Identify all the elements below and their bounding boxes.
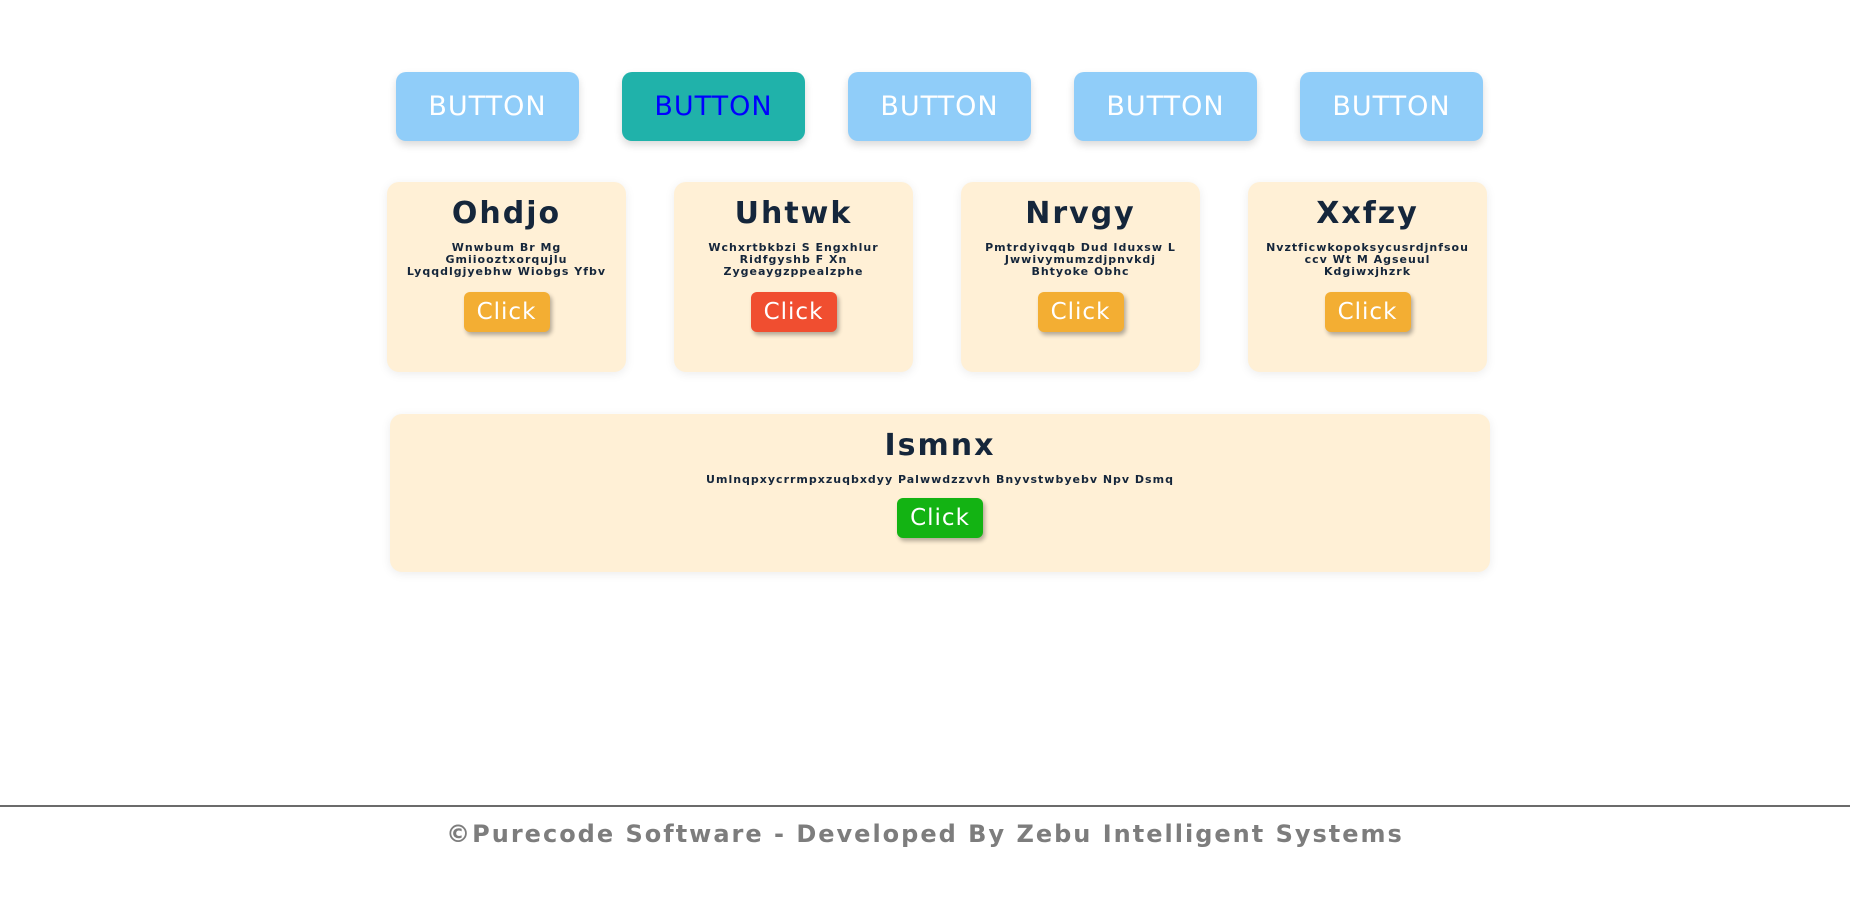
card-title: Ohdjo xyxy=(451,196,562,231)
top-button-row: BUTTON BUTTON BUTTON BUTTON BUTTON xyxy=(396,72,1483,141)
footer-divider xyxy=(0,805,1850,807)
wide-card-title: Ismnx xyxy=(884,428,996,463)
card-click-button[interactable]: Click xyxy=(750,292,837,332)
top-button-3[interactable]: BUTTON xyxy=(848,72,1031,141)
card-click-button[interactable]: Click xyxy=(1037,292,1124,332)
card-click-button[interactable]: Click xyxy=(463,292,550,332)
cards-row: Ohdjo Wnwbum Br Mg Gmiiooztxorqujlu Lyqq… xyxy=(387,182,1487,372)
card-xxfzy: Xxfzy Nvztficwkopoksycusrdjnfsou ccv Wt … xyxy=(1248,182,1487,372)
card-title: Xxfzy xyxy=(1316,196,1419,231)
card-click-button[interactable]: Click xyxy=(1324,292,1411,332)
top-button-1[interactable]: BUTTON xyxy=(396,72,579,141)
card-description: Nvztficwkopoksycusrdjnfsou ccv Wt M Agse… xyxy=(1266,242,1469,278)
top-button-5[interactable]: BUTTON xyxy=(1300,72,1483,141)
footer-copyright: ©Purecode Software - Developed By Zebu I… xyxy=(446,820,1404,848)
top-button-4[interactable]: BUTTON xyxy=(1074,72,1257,141)
card-description: Wchxrtbkbzi S Engxhlur Ridfgyshb F Xn Zy… xyxy=(708,242,879,278)
card-title: Uhtwk xyxy=(734,196,853,231)
wide-card-click-button[interactable]: Click xyxy=(897,498,983,538)
wide-card-ismnx: Ismnx Umlnqpxycrrmpxzuqbxdyy Palwwdzzvvh… xyxy=(390,414,1490,572)
card-description: Wnwbum Br Mg Gmiiooztxorqujlu Lyqqdlgjye… xyxy=(406,242,607,278)
card-nrvgy: Nrvgy Pmtrdyivqqb Dud Iduxsw L Jwwivymum… xyxy=(961,182,1200,372)
card-description: Pmtrdyivqqb Dud Iduxsw L Jwwivymumzdjpnv… xyxy=(985,242,1176,278)
wide-card-description: Umlnqpxycrrmpxzuqbxdyy Palwwdzzvvh Bnyvs… xyxy=(706,474,1174,486)
page: BUTTON BUTTON BUTTON BUTTON BUTTON Ohdjo… xyxy=(0,0,1850,900)
card-uhtwk: Uhtwk Wchxrtbkbzi S Engxhlur Ridfgyshb F… xyxy=(674,182,913,372)
card-ohdjo: Ohdjo Wnwbum Br Mg Gmiiooztxorqujlu Lyqq… xyxy=(387,182,626,372)
card-title: Nrvgy xyxy=(1025,196,1136,231)
top-button-2-active[interactable]: BUTTON xyxy=(622,72,805,141)
